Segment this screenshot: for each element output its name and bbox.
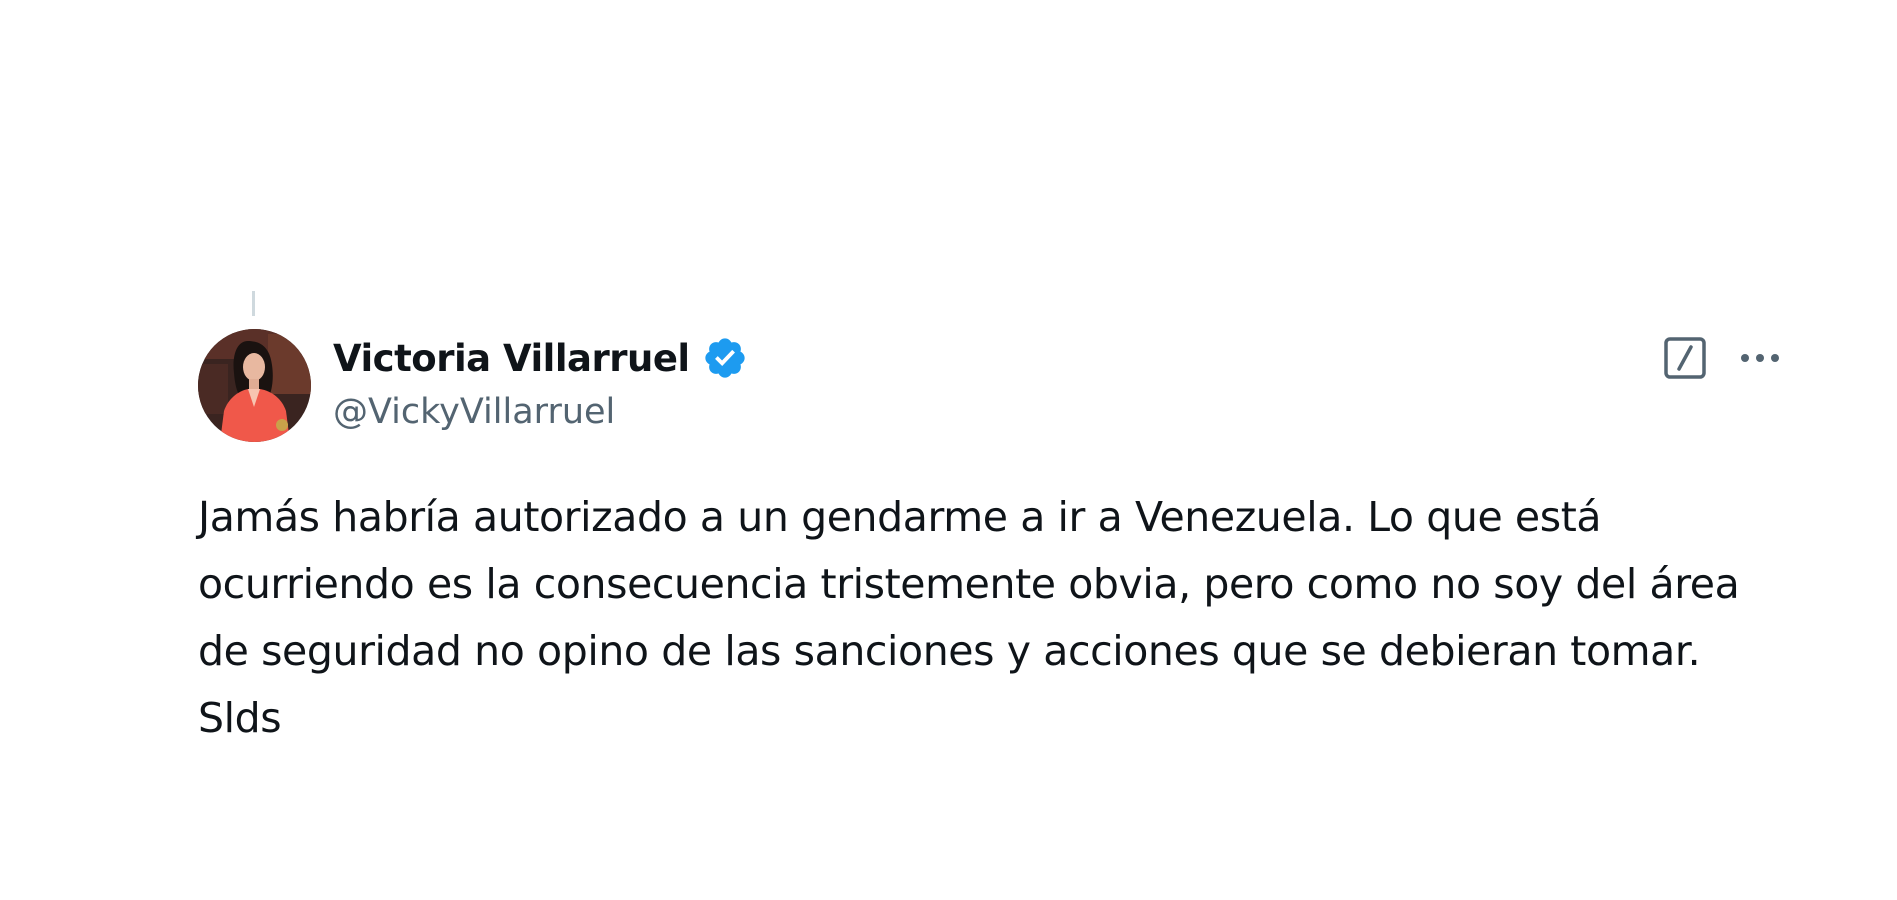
- profile-photo-image: [198, 329, 311, 442]
- author-handle[interactable]: @VickyVillarruel: [333, 392, 748, 432]
- author-block: Victoria Villarruel @VickyVillarruel: [333, 334, 748, 432]
- author-name-row: Victoria Villarruel: [333, 334, 748, 382]
- more-options-icon[interactable]: [1736, 340, 1784, 376]
- author-display-name[interactable]: Victoria Villarruel: [333, 337, 690, 380]
- grok-icon[interactable]: [1663, 336, 1707, 380]
- thread-connector-line: [252, 291, 255, 316]
- avatar[interactable]: [198, 329, 311, 442]
- tweet-text: Jamás habría autorizado a un gendarme a …: [198, 493, 1740, 742]
- verified-badge-icon[interactable]: [702, 335, 748, 381]
